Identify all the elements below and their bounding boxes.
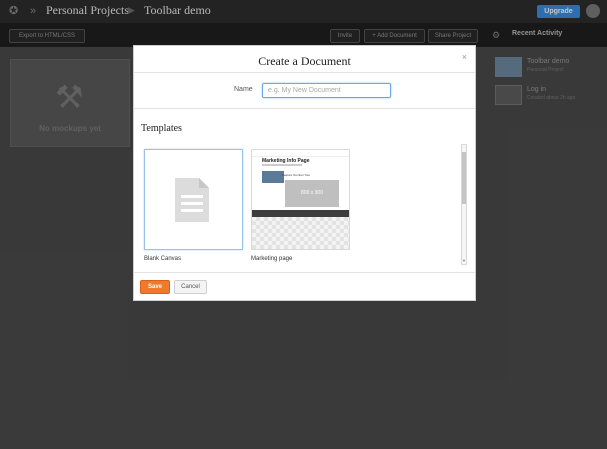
templates-heading: Templates — [141, 123, 182, 134]
template-marketing-page[interactable]: Marketing Info Page Feature Number Two 8… — [251, 149, 350, 262]
divider — [134, 72, 475, 73]
close-icon[interactable]: × — [462, 52, 467, 62]
document-icon — [175, 178, 209, 222]
divider — [134, 108, 475, 109]
scroll-down-icon[interactable]: ▼ — [461, 258, 467, 263]
preview-placeholder: 800 x 300 — [285, 180, 339, 207]
preview-header — [252, 150, 349, 157]
template-thumbnail: Marketing Info Page Feature Number Two 8… — [251, 149, 350, 250]
preview-checker-area — [252, 217, 349, 249]
preview-band — [252, 210, 349, 217]
template-blank-canvas[interactable]: Blank Canvas — [144, 149, 243, 262]
create-document-dialog: Create a Document × Name Templates Blank… — [133, 45, 476, 301]
template-thumbnail — [144, 149, 243, 250]
divider — [134, 272, 475, 273]
template-name: Marketing page — [251, 256, 293, 262]
templates-list: Blank Canvas Marketing Info Page Feature… — [134, 142, 469, 267]
templates-scrollbar[interactable] — [461, 144, 467, 265]
template-name: Blank Canvas — [144, 256, 182, 262]
preview-feature-label: Feature Number Two — [282, 173, 311, 177]
name-label: Name — [234, 86, 253, 93]
document-name-input[interactable] — [262, 83, 391, 98]
preview-image — [262, 171, 284, 183]
dialog-title: Create a Document — [258, 54, 351, 68]
scrollbar-thumb[interactable] — [462, 152, 466, 204]
preview-subtitle-line — [262, 164, 302, 166]
cancel-button[interactable]: Cancel — [174, 280, 207, 294]
save-button[interactable]: Save — [140, 280, 170, 294]
